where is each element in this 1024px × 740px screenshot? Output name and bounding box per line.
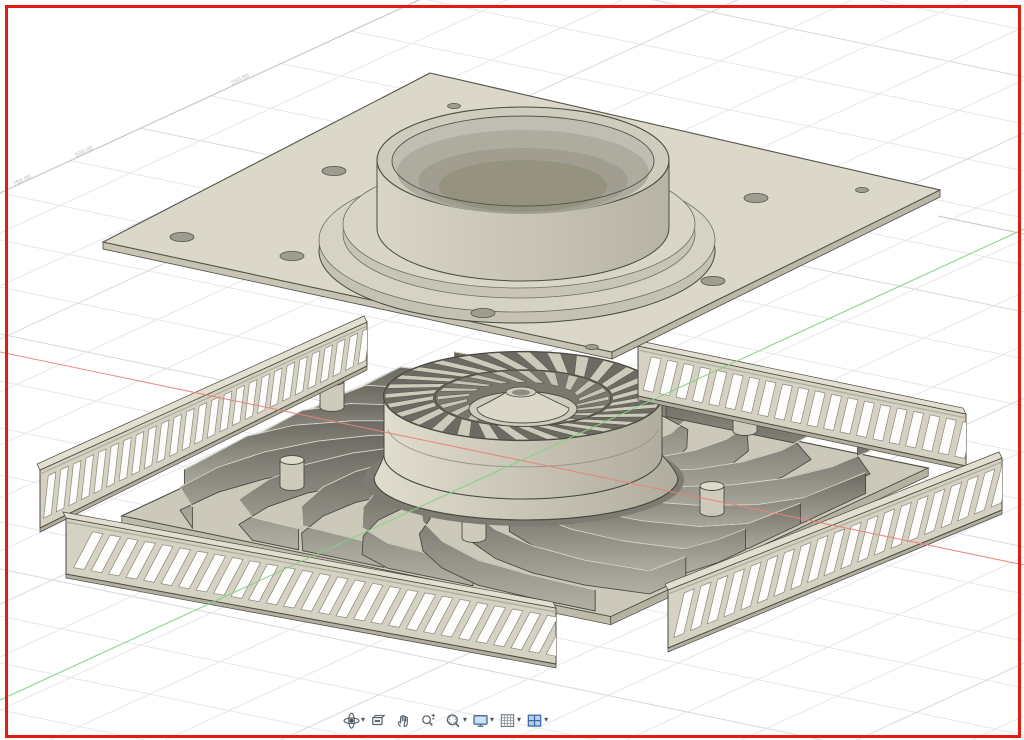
display-settings-icon xyxy=(472,712,489,729)
look-at-button[interactable] xyxy=(369,711,387,729)
pan-icon xyxy=(395,712,412,729)
grid-and-snaps-button[interactable] xyxy=(498,711,516,729)
impeller[interactable] xyxy=(364,352,684,527)
orbit-icon xyxy=(343,712,360,729)
viewports-icon xyxy=(526,712,543,729)
fit-icon xyxy=(445,712,462,729)
cad-viewport-window: 750.00 500.00 250.00 ▾ ▾ ▾ ▾ ▾ xyxy=(0,0,1024,740)
viewports-button[interactable] xyxy=(525,711,543,729)
dropdown-caret-icon[interactable]: ▾ xyxy=(463,711,467,729)
look-at-icon xyxy=(370,712,387,729)
svg-text:250.00: 250.00 xyxy=(230,73,250,87)
zoom-icon xyxy=(420,712,437,729)
fit-button[interactable] xyxy=(444,711,462,729)
orbit-button[interactable] xyxy=(342,711,360,729)
display-settings-button[interactable] xyxy=(471,711,489,729)
viewport-navigation-bar: ▾ ▾ ▾ ▾ ▾ xyxy=(341,711,551,729)
model-canvas[interactable]: 750.00 500.00 250.00 xyxy=(0,0,1024,740)
zoom-button[interactable] xyxy=(419,711,437,729)
svg-text:500.00: 500.00 xyxy=(74,145,94,159)
dropdown-caret-icon[interactable]: ▾ xyxy=(517,711,521,729)
dropdown-caret-icon[interactable]: ▾ xyxy=(544,711,548,729)
pan-button[interactable] xyxy=(394,711,412,729)
grid-snaps-icon xyxy=(499,712,516,729)
dropdown-caret-icon[interactable]: ▾ xyxy=(361,711,365,729)
svg-text:750.00: 750.00 xyxy=(12,174,32,188)
dropdown-caret-icon[interactable]: ▾ xyxy=(490,711,494,729)
